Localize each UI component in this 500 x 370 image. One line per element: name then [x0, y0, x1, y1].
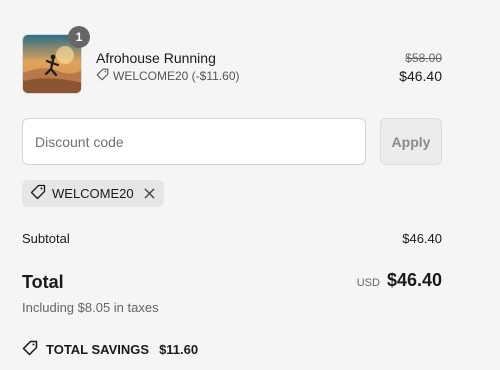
discounted-price: $46.40 [399, 68, 442, 84]
remove-code-button[interactable] [144, 188, 155, 199]
total-label: Total [22, 272, 64, 292]
tag-icon [30, 184, 46, 203]
product-thumbnail-wrapper: 1 [22, 26, 90, 94]
line-item-discount-text: WELCOME20 (-$11.60) [113, 69, 240, 83]
line-item-discount: WELCOME20 (-$11.60) [96, 68, 240, 84]
applied-code-label: WELCOME20 [52, 186, 134, 201]
original-price: $58.00 [405, 51, 442, 65]
total-savings: TOTAL SAVINGS $11.60 [22, 340, 198, 359]
quantity-badge: 1 [68, 26, 90, 48]
tag-icon [22, 340, 38, 359]
close-icon [144, 188, 155, 199]
total-amount: $46.40 [386, 270, 442, 290]
apply-button[interactable]: Apply [380, 118, 442, 165]
total-savings-value: $11.60 [159, 342, 199, 357]
tag-icon [96, 68, 109, 84]
subtotal-label: Subtotal [22, 231, 70, 246]
total-value-group: USD $46.40 [357, 270, 442, 291]
currency-code: USD [356, 277, 380, 289]
subtotal-value: $46.40 [402, 231, 442, 246]
taxes-note: Including $8.05 in taxes [22, 300, 159, 315]
applied-code-chip: WELCOME20 [22, 180, 164, 207]
total-savings-label: TOTAL SAVINGS [46, 342, 150, 357]
product-name: Afrohouse Running [96, 50, 216, 66]
discount-code-input[interactable] [22, 118, 366, 165]
